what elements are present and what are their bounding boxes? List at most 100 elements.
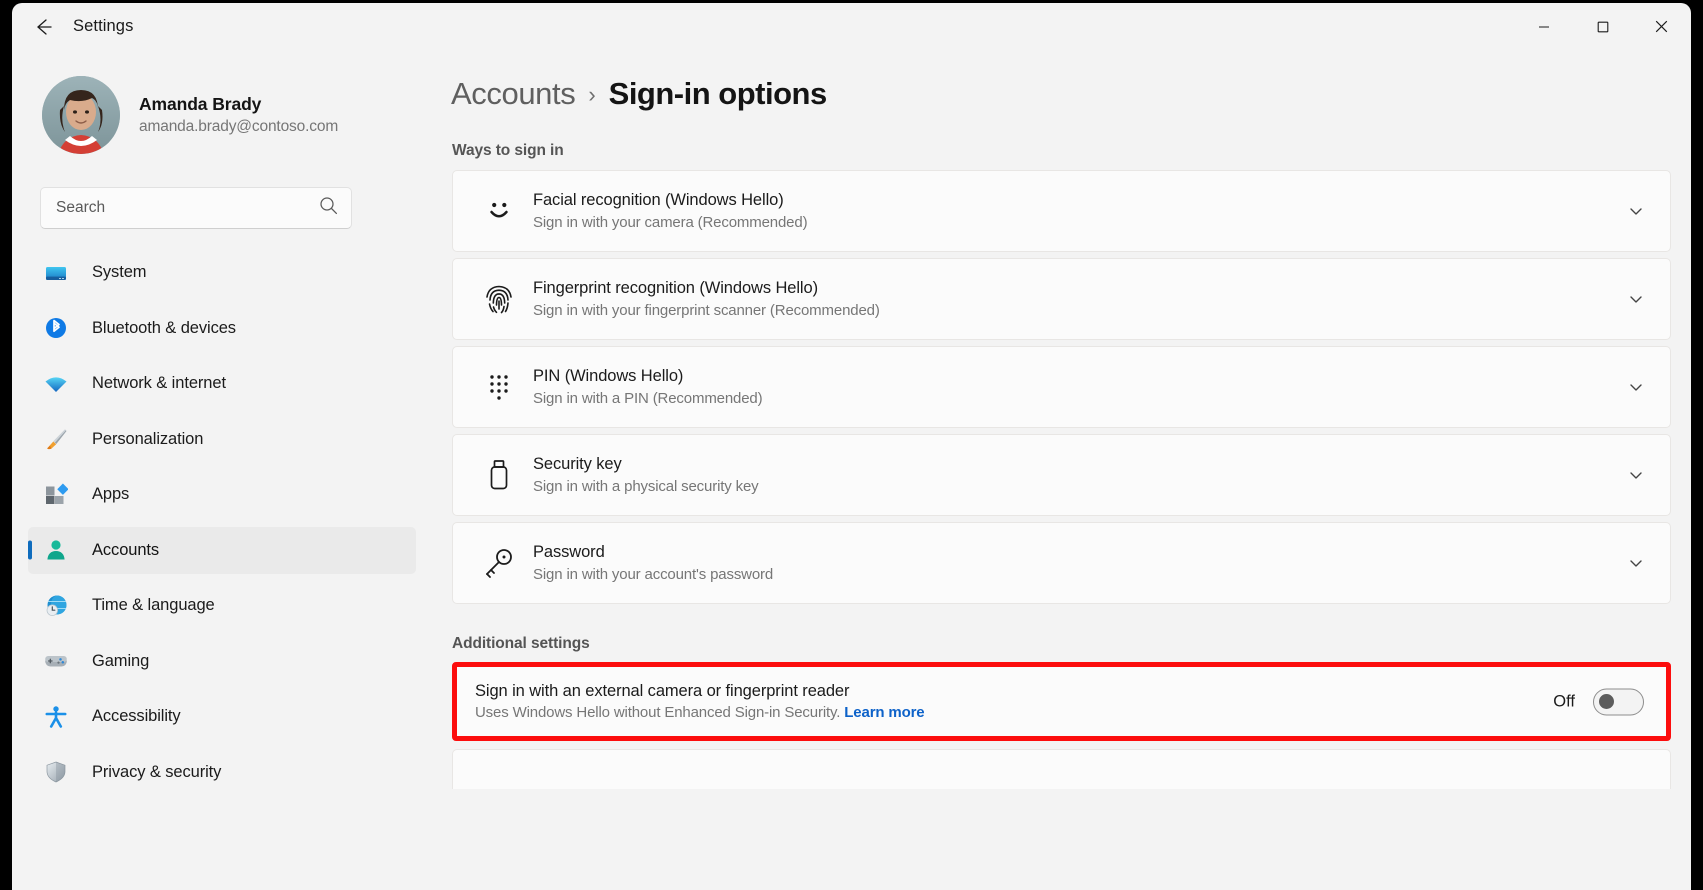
sidebar-item-gaming[interactable]: Gaming	[28, 638, 416, 685]
system-monitor-icon	[44, 261, 68, 285]
main-content: Accounts › Sign-in options Ways to sign …	[432, 50, 1691, 890]
person-glyph	[44, 538, 68, 562]
external-camera-fingerprint-row[interactable]: Sign in with an external camera or finge…	[457, 667, 1666, 736]
key-icon	[478, 546, 520, 580]
card-text: Fingerprint recognition (Windows Hello) …	[533, 279, 880, 319]
sidebar-item-system[interactable]: System	[28, 249, 416, 296]
ways-to-sign-in-heading: Ways to sign in	[452, 142, 1691, 160]
person-icon	[44, 538, 68, 562]
sidebar-item-accounts[interactable]: Accounts	[28, 527, 416, 574]
usb-key-glyph	[482, 458, 516, 492]
breadcrumb: Accounts › Sign-in options	[451, 76, 1691, 112]
external-row-title: Sign in with an external camera or finge…	[475, 682, 925, 701]
page-title: Sign-in options	[609, 76, 827, 112]
sidebar-item-bluetooth-devices[interactable]: Bluetooth & devices	[28, 305, 416, 352]
sign-in-option-pin[interactable]: PIN (Windows Hello) Sign in with a PIN (…	[452, 346, 1671, 428]
sign-in-option-security-key[interactable]: Security key Sign in with a physical sec…	[452, 434, 1671, 516]
next-setting-card-partial[interactable]	[452, 749, 1671, 789]
close-button[interactable]	[1632, 3, 1691, 50]
maximize-icon	[1597, 21, 1609, 33]
paintbrush-glyph	[44, 427, 68, 451]
accessibility-glyph	[44, 705, 68, 729]
toggle-knob	[1599, 694, 1614, 709]
back-button[interactable]	[22, 10, 64, 44]
breadcrumb-separator-icon: ›	[588, 84, 595, 106]
maximize-button[interactable]	[1573, 3, 1632, 50]
chevron-down-icon[interactable]	[1628, 467, 1644, 483]
account-name: Amanda Brady	[139, 94, 338, 115]
breadcrumb-parent-link[interactable]: Accounts	[451, 76, 575, 112]
sidebar-item-label: Time & language	[92, 596, 215, 615]
shield-glyph	[44, 760, 68, 784]
monitor-glyph	[44, 261, 68, 285]
wifi-glyph	[44, 372, 68, 396]
sidebar-item-label: Privacy & security	[92, 763, 221, 782]
user-avatar-photo	[42, 76, 120, 154]
search-glass-icon	[319, 196, 338, 215]
sidebar-item-label: Apps	[92, 485, 129, 504]
external-device-toggle[interactable]	[1593, 688, 1644, 715]
globe-clock-glyph	[44, 594, 68, 618]
bluetooth-glyph	[44, 316, 68, 340]
sign-in-option-fingerprint-recognition[interactable]: Fingerprint recognition (Windows Hello) …	[452, 258, 1671, 340]
globe-clock-icon	[44, 594, 68, 618]
sidebar-item-network-internet[interactable]: Network & internet	[28, 360, 416, 407]
face-smile-glyph	[482, 194, 516, 228]
pin-keypad-glyph	[482, 370, 516, 404]
highlight-annotation-box: Sign in with an external camera or finge…	[452, 662, 1671, 741]
sidebar-item-label: System	[92, 263, 146, 282]
account-email: amanda.brady@contoso.com	[139, 118, 338, 136]
gamepad-icon	[44, 649, 68, 673]
title-bar: Settings	[12, 3, 1691, 50]
learn-more-link[interactable]: Learn more	[844, 704, 924, 721]
card-title: Security key	[533, 455, 759, 474]
bluetooth-icon	[44, 316, 68, 340]
chevron-down-glyph	[1628, 291, 1644, 307]
chevron-down-icon[interactable]	[1628, 555, 1644, 571]
sidebar-item-label: Personalization	[92, 430, 203, 449]
paintbrush-icon	[44, 427, 68, 451]
card-title: Facial recognition (Windows Hello)	[533, 191, 807, 210]
card-title: Fingerprint recognition (Windows Hello)	[533, 279, 880, 298]
pin-keypad-icon	[478, 370, 520, 404]
external-row-subtitle-text: Uses Windows Hello without Enhanced Sign…	[475, 704, 844, 721]
sidebar-item-personalization[interactable]: Personalization	[28, 416, 416, 463]
toggle-state-label: Off	[1553, 692, 1575, 711]
accessibility-person-icon	[44, 705, 68, 729]
fingerprint-icon	[478, 282, 520, 316]
card-subtitle: Sign in with your camera (Recommended)	[533, 214, 807, 231]
minimize-icon	[1538, 21, 1550, 33]
chevron-down-glyph	[1628, 379, 1644, 395]
toggle-area: Off	[1553, 688, 1644, 715]
key-glyph	[482, 546, 516, 580]
sidebar-nav-list: System Bluetooth & devices	[12, 249, 432, 796]
external-row-subtitle: Uses Windows Hello without Enhanced Sign…	[475, 704, 925, 721]
sidebar-item-accessibility[interactable]: Accessibility	[28, 693, 416, 740]
sidebar-item-apps[interactable]: Apps	[28, 471, 416, 518]
account-block[interactable]: Amanda Brady amanda.brady@contoso.com	[42, 76, 432, 154]
account-text: Amanda Brady amanda.brady@contoso.com	[139, 94, 338, 136]
card-subtitle: Sign in with a physical security key	[533, 478, 759, 495]
sidebar: Amanda Brady amanda.brady@contoso.com	[12, 50, 432, 890]
minimize-button[interactable]	[1514, 3, 1573, 50]
search-input[interactable]	[41, 188, 296, 228]
sidebar-item-time-language[interactable]: Time & language	[28, 582, 416, 629]
chevron-down-icon[interactable]	[1628, 291, 1644, 307]
apps-icon	[44, 483, 68, 507]
search-box[interactable]	[40, 187, 352, 229]
chevron-down-glyph	[1628, 203, 1644, 219]
chevron-down-icon[interactable]	[1628, 203, 1644, 219]
shield-icon	[44, 760, 68, 784]
chevron-down-icon[interactable]	[1628, 379, 1644, 395]
face-smile-icon	[478, 194, 520, 228]
card-text: Password Sign in with your account's pas…	[533, 543, 773, 583]
sidebar-item-privacy-security[interactable]: Privacy & security	[28, 749, 416, 796]
sidebar-item-label: Bluetooth & devices	[92, 319, 236, 338]
chevron-down-glyph	[1628, 555, 1644, 571]
card-text: PIN (Windows Hello) Sign in with a PIN (…	[533, 367, 762, 407]
sign-in-option-password[interactable]: Password Sign in with your account's pas…	[452, 522, 1671, 604]
external-row-text: Sign in with an external camera or finge…	[475, 682, 925, 721]
additional-settings-heading: Additional settings	[452, 635, 1691, 653]
sign-in-option-facial-recognition[interactable]: Facial recognition (Windows Hello) Sign …	[452, 170, 1671, 252]
search-icon[interactable]	[319, 196, 338, 220]
